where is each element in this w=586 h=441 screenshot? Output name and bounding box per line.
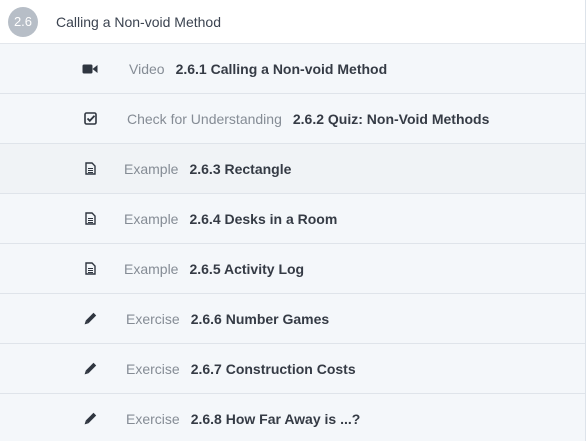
item-type-label: Video [129,60,165,77]
list-item-example[interactable]: Example 2.6.5 Activity Log [0,244,585,294]
item-title-link[interactable]: 2.6.1 Calling a Non-void Method [176,61,388,77]
pencil-icon [82,311,98,327]
document-icon [82,211,98,227]
item-title-link[interactable]: 2.6.4 Desks in a Room [189,211,337,227]
item-title-link[interactable]: 2.6.8 How Far Away is ...? [191,411,361,427]
item-type-label: Example [124,160,179,177]
list-item-example[interactable]: Example 2.6.4 Desks in a Room [0,194,585,244]
section-header[interactable]: 2.6 Calling a Non-void Method [0,0,585,44]
checkbox-icon [82,111,98,127]
item-type-label: Exercise [126,360,180,377]
list-item-exercise[interactable]: Exercise 2.6.8 How Far Away is ...? [0,394,585,441]
item-type-label: Exercise [126,410,180,427]
list-item-video[interactable]: Video 2.6.1 Calling a Non-void Method [0,44,585,94]
item-type-label: Check for Understanding [127,110,282,127]
video-camera-icon [82,61,98,77]
pencil-icon [82,361,98,377]
item-title-link[interactable]: 2.6.7 Construction Costs [191,361,356,377]
item-title-link[interactable]: 2.6.2 Quiz: Non-Void Methods [293,111,490,127]
lesson-outline: 2.6 Calling a Non-void Method Video 2.6.… [0,0,586,441]
item-type-label: Exercise [126,310,180,327]
list-item-exercise[interactable]: Exercise 2.6.7 Construction Costs [0,344,585,394]
section-title: Calling a Non-void Method [56,13,221,30]
section-number-badge: 2.6 [8,6,38,37]
item-title-link[interactable]: 2.6.5 Activity Log [189,261,304,277]
item-title-link[interactable]: 2.6.3 Rectangle [189,161,291,177]
pencil-icon [82,411,98,427]
item-title-link[interactable]: 2.6.6 Number Games [191,311,330,327]
list-item-example[interactable]: Example 2.6.3 Rectangle [0,144,585,194]
document-icon [82,161,98,177]
list-item-quiz[interactable]: Check for Understanding 2.6.2 Quiz: Non-… [0,94,585,144]
item-type-label: Example [124,210,179,227]
item-type-label: Example [124,260,179,277]
document-icon [82,261,98,277]
list-item-exercise[interactable]: Exercise 2.6.6 Number Games [0,294,585,344]
